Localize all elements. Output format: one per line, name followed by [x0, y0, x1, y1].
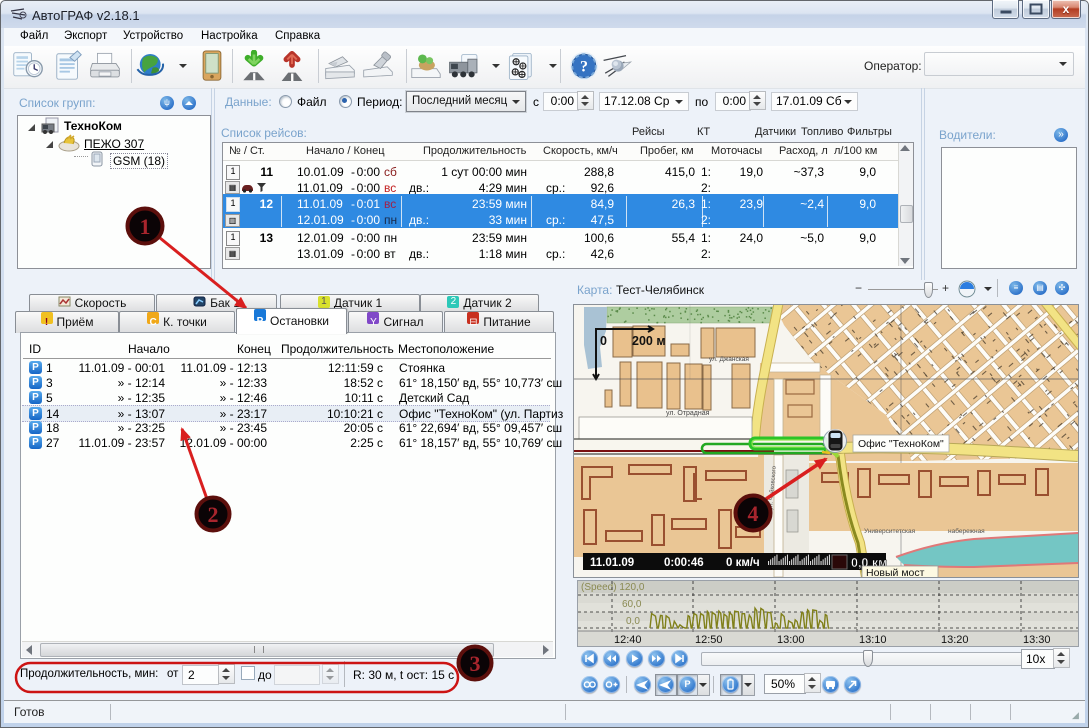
svg-text:4: 4	[748, 501, 759, 526]
svg-text:?: ?	[580, 59, 588, 76]
svg-text:0: 0	[600, 334, 607, 348]
svg-text:13:30: 13:30	[1023, 634, 1051, 646]
svg-text:13:00: 13:00	[777, 634, 805, 646]
svg-text:12:40: 12:40	[614, 634, 642, 646]
svg-text:0 км/ч: 0 км/ч	[726, 557, 760, 569]
svg-text:набережная: набережная	[948, 527, 985, 535]
svg-text:200 м: 200 м	[632, 334, 666, 348]
svg-text:ул. Отрадная: ул. Отрадная	[666, 410, 710, 417]
svg-text:12:50: 12:50	[695, 634, 723, 646]
svg-text:11.01.09: 11.01.09	[590, 557, 634, 569]
svg-text:60,0: 60,0	[622, 599, 642, 610]
svg-text:Университетская: Университетская	[864, 528, 916, 535]
svg-text:ул. Джанская: ул. Джанская	[709, 356, 749, 363]
svg-text:Офис "ТехноКом": Офис "ТехноКом"	[858, 438, 944, 450]
svg-text:0:00:46: 0:00:46	[664, 557, 704, 569]
svg-text:0,0: 0,0	[626, 616, 640, 627]
svg-text:(Speed) 120,0: (Speed) 120,0	[581, 582, 645, 593]
svg-text:Новый мост: Новый мост	[866, 567, 925, 577]
svg-text:13:10: 13:10	[859, 634, 887, 646]
svg-text:13:20: 13:20	[941, 634, 969, 646]
